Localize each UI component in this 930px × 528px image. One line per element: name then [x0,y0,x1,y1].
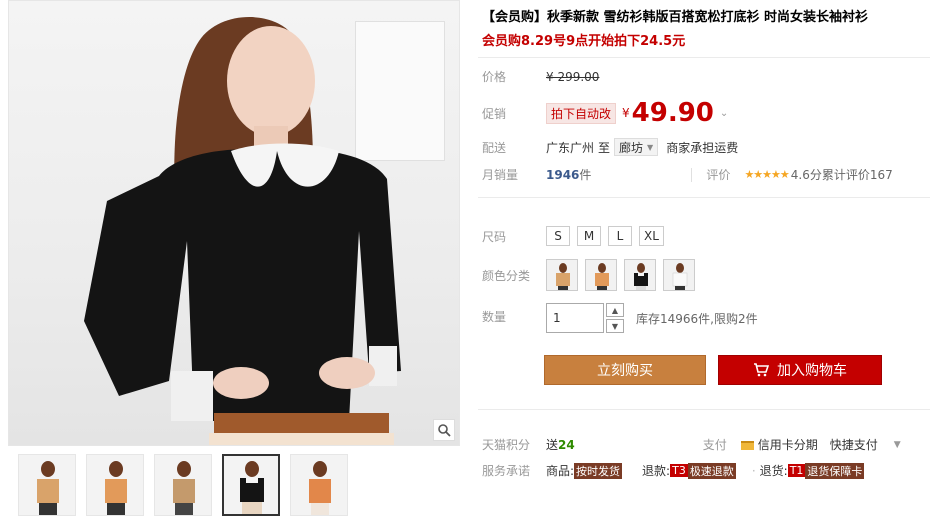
size-option-s[interactable]: S [546,226,570,246]
destination-value: 廊坊 [619,140,644,155]
fast-refund-badge[interactable]: 极速退款 [687,462,736,479]
shipping-label: 配送 [482,140,507,155]
buy-now-button[interactable]: 立刻购买 [544,355,706,385]
thumbnail-5[interactable] [290,454,348,516]
color-label: 颜色分类 [482,268,531,283]
pay-label: 支付 [702,438,727,452]
goods-word: 商品: [546,464,575,478]
size-option-l[interactable]: L [608,226,632,246]
points-row: 天猫积分 送 24 支付 信用卡分期 快捷支付 ▼ [482,436,901,453]
monthly-sales-count: 1946 [546,167,580,182]
vertical-divider [691,167,693,182]
monthly-sales-unit: 件 [579,168,592,182]
color-swatch-3[interactable] [624,259,656,291]
caret-down-icon: ▼ [647,142,654,152]
service-promise-label: 服务承诺 [482,464,531,478]
thumbnail-3[interactable] [154,454,212,516]
thumbnail-2[interactable] [86,454,144,516]
color-swatch-4[interactable] [663,259,695,291]
monthly-sales-label: 月销量 [482,168,519,182]
return-badge-prefix: T1 [787,464,806,477]
caret-down-icon[interactable]: ▼ [894,440,901,450]
sales-row: 月销量 1946 件 评价 ★★★★★ 4.6分累计评价167 [482,166,893,183]
shipping-fee-note: 商家承担运费 [666,140,739,155]
quantity-row: 数量 1 ▲ ▼ 库存14966件,限购2件 [482,303,758,333]
credit-installment-label: 信用卡分期 [757,438,818,452]
main-product-photo[interactable] [8,0,460,446]
refund-word: 退款: [642,464,671,478]
points-label: 天猫积分 [482,438,531,452]
increase-icon[interactable]: ▲ [606,303,624,317]
shipping-to-word: 至 [598,140,611,155]
decrease-icon[interactable]: ▼ [606,319,624,333]
size-row: 尺码 S M L XL [482,226,671,246]
thumbnail-1[interactable] [18,454,76,516]
shipping-from: 广东广州 [546,140,595,155]
thumbnail-4-selected[interactable] [222,454,280,516]
product-title: 【会员购】秋季新款 雪纺衫韩版百搭宽松打底衫 时尚女装长袖衬衫 [482,10,869,25]
rating-text[interactable]: 4.6分累计评价167 [791,166,893,183]
credit-card-icon [740,441,754,450]
refund-badge-prefix: T3 [670,464,688,477]
chevron-down-icon[interactable]: ⌄ [720,108,728,119]
quantity-stepper: ▲ ▼ [606,303,624,333]
zoom-icon[interactable] [433,419,455,441]
add-to-cart-button[interactable]: 加入购物车 [718,355,882,385]
promo-label: 促销 [482,106,507,121]
divider [478,409,930,410]
size-option-xl[interactable]: XL [639,226,664,246]
divider [478,57,930,58]
color-swatch-1[interactable] [546,259,578,291]
product-info-panel: 【会员购】秋季新款 雪纺衫韩版百搭宽松打底衫 时尚女装长袖衬衫 会员购8.29号… [478,0,930,528]
points-amount: 24 [558,437,575,452]
promo-price-row: 促销 拍下自动改 ¥ 49.90 ⌄ [482,98,728,128]
service-promise-row: 服务承诺 商品: 按时发货 退款: T3 极速退款 · 退货: T1 退货保障卡 [482,462,865,479]
credit-installment[interactable]: 信用卡分期 [740,436,818,453]
on-time-delivery-badge[interactable]: 按时发货 [574,462,623,479]
points-send-word: 送 [546,438,559,452]
promo-notice: 会员购8.29号9点开始拍下24.5元 [482,34,686,49]
rating-label: 评价 [706,168,731,182]
shipping-row: 配送 广东广州 至 廊坊 ▼ 商家承担运费 [482,138,738,156]
thumbnail-strip [8,454,460,520]
divider [478,197,930,198]
quantity-input[interactable]: 1 [546,303,604,333]
dot-separator: · [751,463,756,478]
color-row: 颜色分类 [482,259,702,291]
original-price: ¥ 299.00 [546,69,600,84]
promo-price: 49.90 [631,98,714,128]
size-option-m[interactable]: M [577,226,601,246]
destination-select[interactable]: 廊坊 ▼ [614,138,659,156]
auto-price-tag: 拍下自动改 [546,102,617,124]
cart-icon [753,363,769,377]
image-gallery [0,0,462,528]
rating-stars-icon: ★★★★★ [744,168,789,181]
price-label: 价格 [482,70,507,84]
price-row: 价格 ¥ 299.00 [482,68,599,85]
quick-pay[interactable]: 快捷支付 [830,436,878,453]
return-word: 退货: [759,464,788,478]
add-to-cart-label: 加入购物车 [777,363,847,379]
quantity-label: 数量 [482,310,507,324]
stock-info: 库存14966件,限购2件 [636,311,758,326]
size-label: 尺码 [482,229,507,244]
return-guarantee-badge[interactable]: 退货保障卡 [805,462,865,479]
model-photo-illustration [84,17,401,445]
color-swatch-2[interactable] [585,259,617,291]
currency-symbol: ¥ [622,106,630,120]
